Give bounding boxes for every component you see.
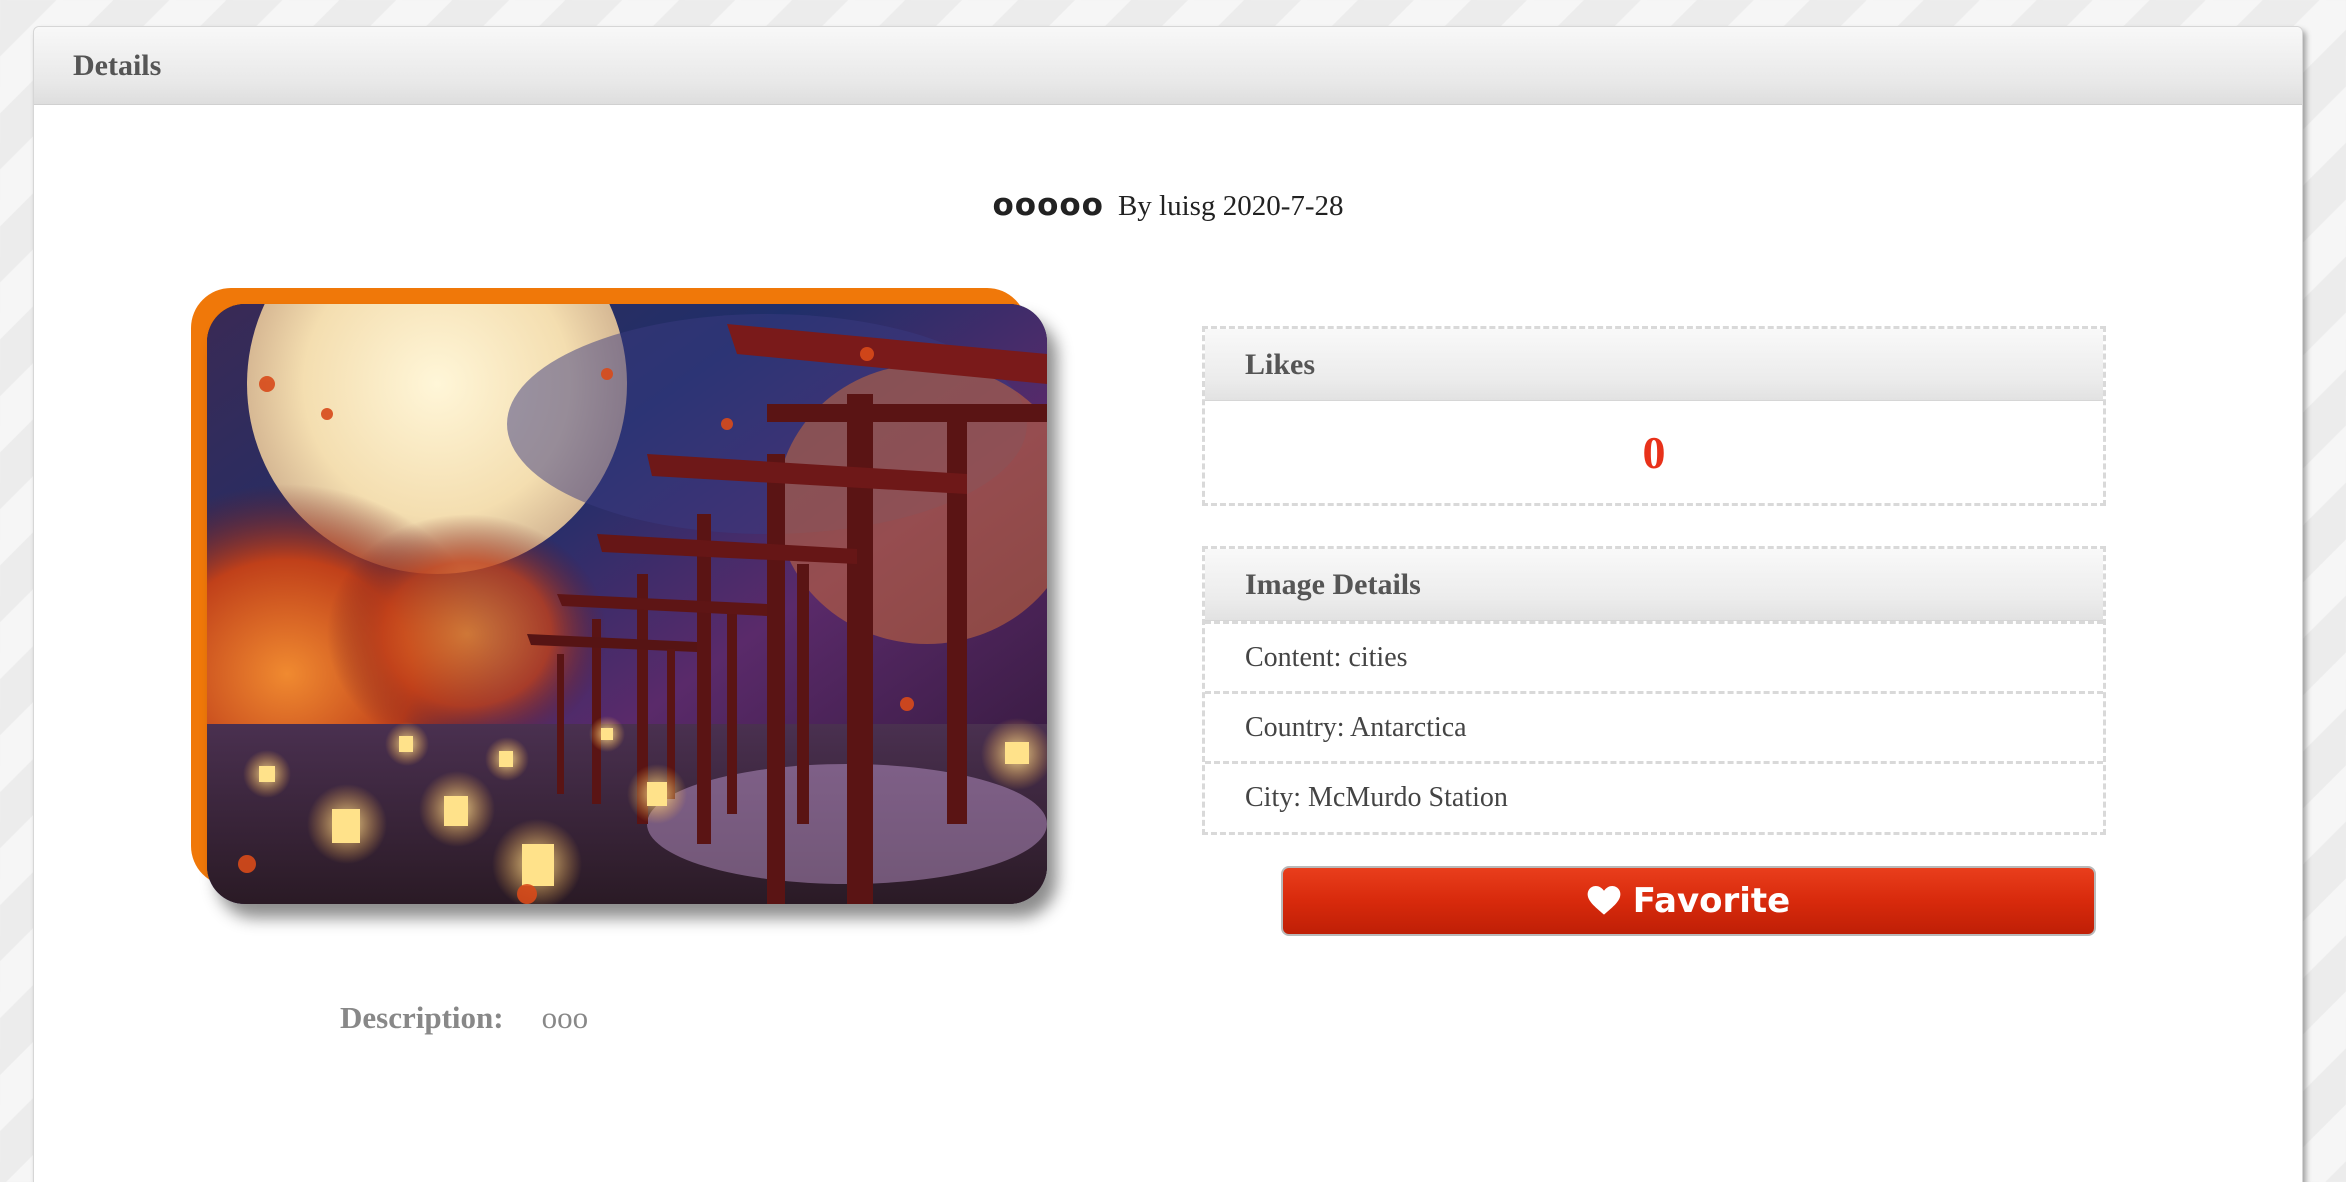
likes-header: Likes (1205, 329, 2103, 401)
post-image[interactable] (207, 304, 1047, 904)
image-details-box: Image Details Content: cities Country: A… (1202, 546, 2106, 835)
post-meta: ooooo By luisg 2020-7-28 (34, 187, 2302, 223)
post-byline: By luisg 2020-7-28 (1117, 190, 1344, 222)
favorite-button[interactable]: Favorite (1281, 866, 2096, 936)
post-title: ooooo (992, 187, 1104, 223)
panel-header: Details (34, 27, 2302, 105)
detail-content: Content: cities (1205, 621, 2103, 691)
description-label: Description: (340, 1000, 504, 1035)
likes-box: Likes 0 (1202, 326, 2106, 506)
torii-lantern-artwork (207, 304, 1047, 904)
description-value: ooo (541, 1000, 589, 1035)
detail-city: City: McMurdo Station (1205, 761, 2103, 831)
description: Description: ooo (340, 1000, 588, 1036)
favorite-button-label: Favorite (1632, 881, 1791, 921)
heart-icon (1587, 886, 1621, 915)
detail-country: Country: Antarctica (1205, 691, 2103, 761)
panel-title: Details (73, 48, 162, 82)
likes-count: 0 (1642, 426, 1666, 478)
image-details-header: Image Details (1205, 549, 2103, 621)
